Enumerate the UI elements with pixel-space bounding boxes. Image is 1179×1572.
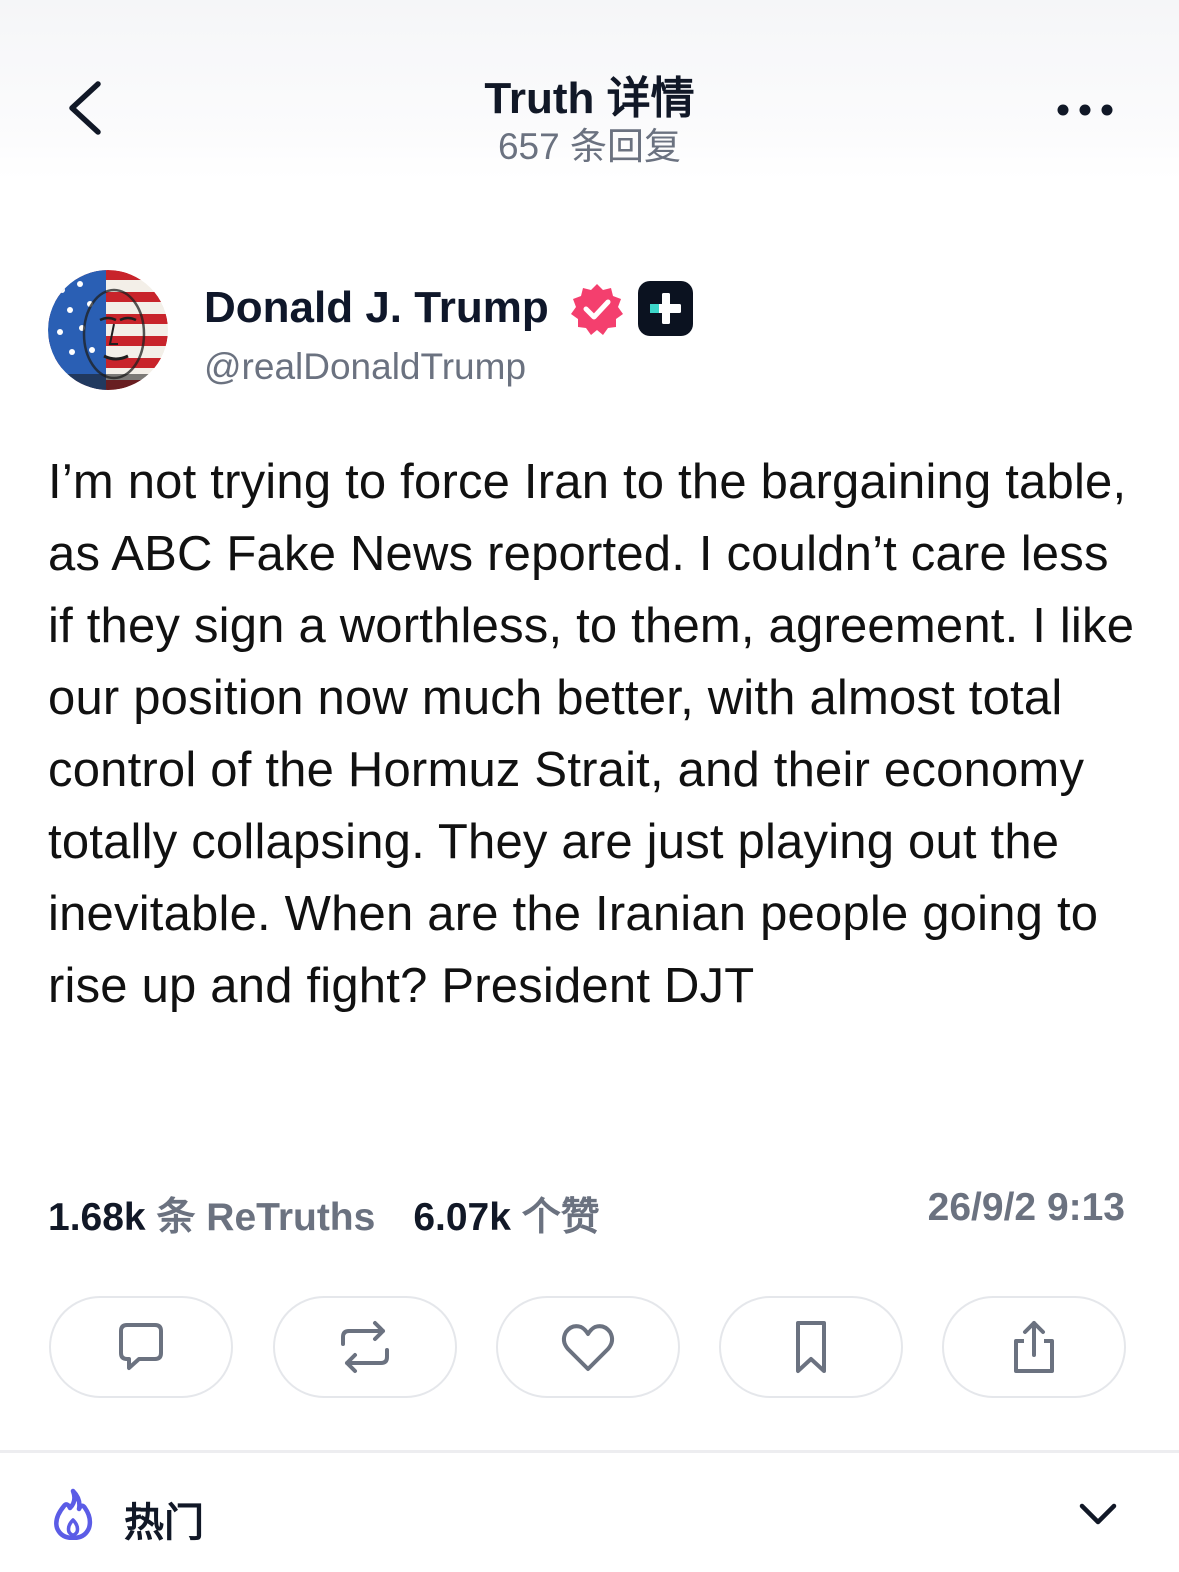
retruths-stat[interactable]: 1.68k 条 ReTruths (48, 1186, 375, 1242)
share-button[interactable] (942, 1296, 1126, 1398)
reply-icon (119, 1323, 163, 1370)
reply-button[interactable] (49, 1296, 233, 1398)
chevron-down-icon[interactable] (1076, 1496, 1120, 1532)
likes-stat[interactable]: 6.07k 个赞 (413, 1186, 599, 1242)
post-text: I’m not trying to force Iran to the barg… (48, 455, 1135, 1013)
post-stats: 1.68k 条 ReTruths 6.07k 个赞 (48, 1186, 600, 1242)
retruth-button[interactable] (273, 1296, 457, 1398)
more-options-icon[interactable] (1050, 92, 1120, 128)
likes-count: 6.07k (413, 1196, 511, 1239)
author-handle[interactable]: @realDonaldTrump (204, 346, 526, 388)
flame-icon (54, 1488, 93, 1540)
retruths-label: 条 ReTruths (156, 1196, 376, 1239)
avatar[interactable] (48, 270, 168, 390)
post-timestamp: 26/9/2 9:13 (927, 1186, 1125, 1229)
bookmark-icon (796, 1321, 826, 1373)
heart-icon (561, 1324, 615, 1371)
bookmark-button[interactable] (719, 1296, 903, 1398)
section-divider (0, 1450, 1179, 1453)
retruth-icon (341, 1321, 389, 1373)
like-button[interactable] (496, 1296, 680, 1398)
share-icon (1014, 1321, 1054, 1373)
sort-label[interactable]: 热门 (124, 1490, 204, 1548)
plus-badge-icon (638, 281, 693, 336)
author-display-name[interactable]: Donald J. Trump (204, 283, 549, 333)
verified-icon (571, 284, 623, 335)
top-bar: Truth 详情 657 条回复 (0, 0, 1179, 180)
likes-label: 个赞 (521, 1196, 600, 1239)
reply-count: 657 条回复 (497, 126, 681, 167)
retruths-count: 1.68k (48, 1196, 146, 1239)
